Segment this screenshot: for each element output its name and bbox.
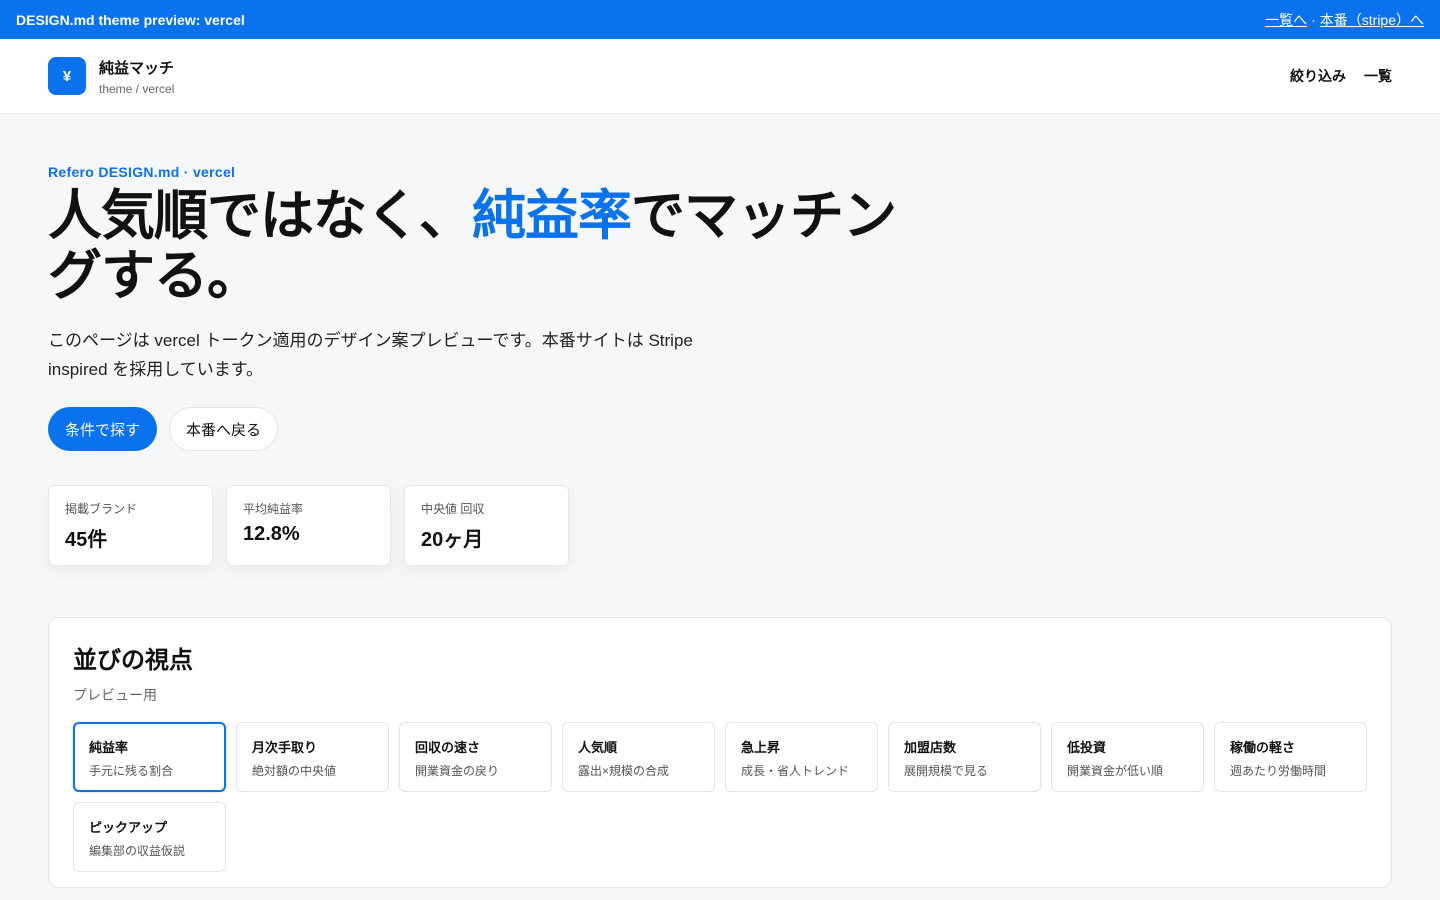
main-nav: 絞り込み 一覧 bbox=[1290, 66, 1392, 86]
sort-option-title: 月次手取り bbox=[252, 740, 318, 755]
stat-card-avg-margin: 平均純益率 12.8% bbox=[226, 485, 391, 566]
hero-eyebrow: Refero DESIGN.md · vercel bbox=[48, 164, 236, 180]
stats-row: 掲載ブランド 45件 平均純益率 12.8% 中央値 回収 20ヶ月 bbox=[48, 485, 569, 566]
back-to-list-link[interactable]: 一覧へ bbox=[1265, 10, 1307, 30]
production-link[interactable]: 本番（stripe）へ bbox=[1320, 10, 1424, 30]
brand[interactable]: ¥ 純益マッチ theme / vercel bbox=[48, 57, 174, 96]
sort-option-title: 加盟店数 bbox=[904, 740, 957, 755]
hero-lead: このページは vercel トークン適用のデザイン案プレビューです。本番サイトは… bbox=[48, 331, 693, 379]
preview-banner: DESIGN.md theme preview: vercel 一覧へ · 本番… bbox=[0, 0, 1440, 39]
stat-label: 中央値 回収 bbox=[421, 502, 485, 516]
stat-card-brands: 掲載ブランド 45件 bbox=[48, 485, 213, 566]
sort-option-low-investment[interactable]: 低投資 開業資金が低い順 bbox=[1051, 722, 1204, 792]
sort-option-desc: 編集部の収益仮説 bbox=[89, 844, 186, 858]
sort-option-desc: 週あたり労働時間 bbox=[1230, 764, 1327, 778]
sort-perspective-panel: 並びの視点 プレビュー用 純益率 手元に残る割合 月次手取り 絶対額の中央値 回… bbox=[48, 617, 1392, 888]
nav-list-link[interactable]: 一覧 bbox=[1364, 66, 1392, 86]
sort-option-title: 回収の速さ bbox=[415, 740, 481, 755]
brand-subtitle: theme / vercel bbox=[99, 81, 175, 96]
panel-subtitle: プレビュー用 bbox=[73, 687, 157, 703]
sort-options: 純益率 手元に残る割合 月次手取り 絶対額の中央値 回収の速さ 開業資金の戻り … bbox=[73, 722, 1367, 872]
nav-filter-link[interactable]: 絞り込み bbox=[1290, 66, 1346, 86]
sort-option-desc: 開業資金の戻り bbox=[415, 764, 500, 778]
sort-option-title: 稼働の軽さ bbox=[1230, 740, 1296, 755]
link-separator: · bbox=[1311, 11, 1316, 28]
stat-value: 12.8% bbox=[243, 523, 300, 545]
sort-option-title: 純益率 bbox=[89, 740, 129, 755]
sort-option-title: 急上昇 bbox=[741, 740, 781, 755]
sort-option-light-workload[interactable]: 稼働の軽さ 週あたり労働時間 bbox=[1214, 722, 1367, 792]
stat-card-payback: 中央値 回収 20ヶ月 bbox=[404, 485, 569, 566]
sort-option-desc: 成長・省人トレンド bbox=[741, 764, 850, 778]
panel-title: 並びの視点 bbox=[73, 647, 193, 674]
stat-value: 45件 bbox=[65, 529, 108, 551]
stat-value: 20ヶ月 bbox=[421, 529, 484, 551]
sort-option-title: 低投資 bbox=[1067, 740, 1107, 755]
stat-label: 平均純益率 bbox=[243, 502, 304, 516]
preview-banner-links: 一覧へ · 本番（stripe）へ bbox=[1265, 10, 1424, 30]
sort-option-payback-speed[interactable]: 回収の速さ 開業資金の戻り bbox=[399, 722, 552, 792]
sort-option-desc: 露出×規模の合成 bbox=[578, 764, 670, 778]
brand-name: 純益マッチ bbox=[99, 59, 175, 77]
headline-accent: 純益率 bbox=[472, 186, 632, 246]
stat-label: 掲載ブランド bbox=[65, 502, 138, 516]
sort-option-desc: 手元に残る割合 bbox=[89, 764, 174, 778]
back-to-production-button[interactable]: 本番へ戻る bbox=[169, 407, 279, 451]
sort-option-margin-rate[interactable]: 純益率 手元に残る割合 bbox=[73, 722, 226, 792]
headline-text-before: 人気順ではなく、 bbox=[48, 186, 473, 246]
sort-option-pickup[interactable]: ピックアップ 編集部の収益仮説 bbox=[73, 802, 226, 872]
site-header: ¥ 純益マッチ theme / vercel 絞り込み 一覧 bbox=[0, 39, 1440, 114]
sort-option-monthly-takehome[interactable]: 月次手取り 絶対額の中央値 bbox=[236, 722, 389, 792]
sort-option-store-count[interactable]: 加盟店数 展開規模で見る bbox=[888, 722, 1041, 792]
sort-option-trending[interactable]: 急上昇 成長・省人トレンド bbox=[725, 722, 878, 792]
sort-option-desc: 絶対額の中央値 bbox=[252, 764, 337, 778]
hero-actions: 条件で探す 本番へ戻る bbox=[48, 407, 948, 451]
sort-option-title: ピックアップ bbox=[89, 820, 168, 835]
sort-option-desc: 開業資金が低い順 bbox=[1067, 764, 1164, 778]
yen-logo-icon: ¥ bbox=[48, 57, 86, 95]
preview-banner-title: DESIGN.md theme preview: vercel bbox=[16, 11, 245, 28]
hero-section: Refero DESIGN.md · vercel 人気順ではなく、純益率でマッ… bbox=[48, 164, 948, 451]
search-by-conditions-button[interactable]: 条件で探す bbox=[48, 407, 158, 451]
hero-headline: 人気順ではなく、純益率でマッチングする。 bbox=[48, 186, 948, 306]
brand-text: 純益マッチ theme / vercel bbox=[99, 57, 174, 96]
sort-option-popularity[interactable]: 人気順 露出×規模の合成 bbox=[562, 722, 715, 792]
sort-option-desc: 展開規模で見る bbox=[904, 764, 989, 778]
sort-option-title: 人気順 bbox=[578, 740, 618, 755]
